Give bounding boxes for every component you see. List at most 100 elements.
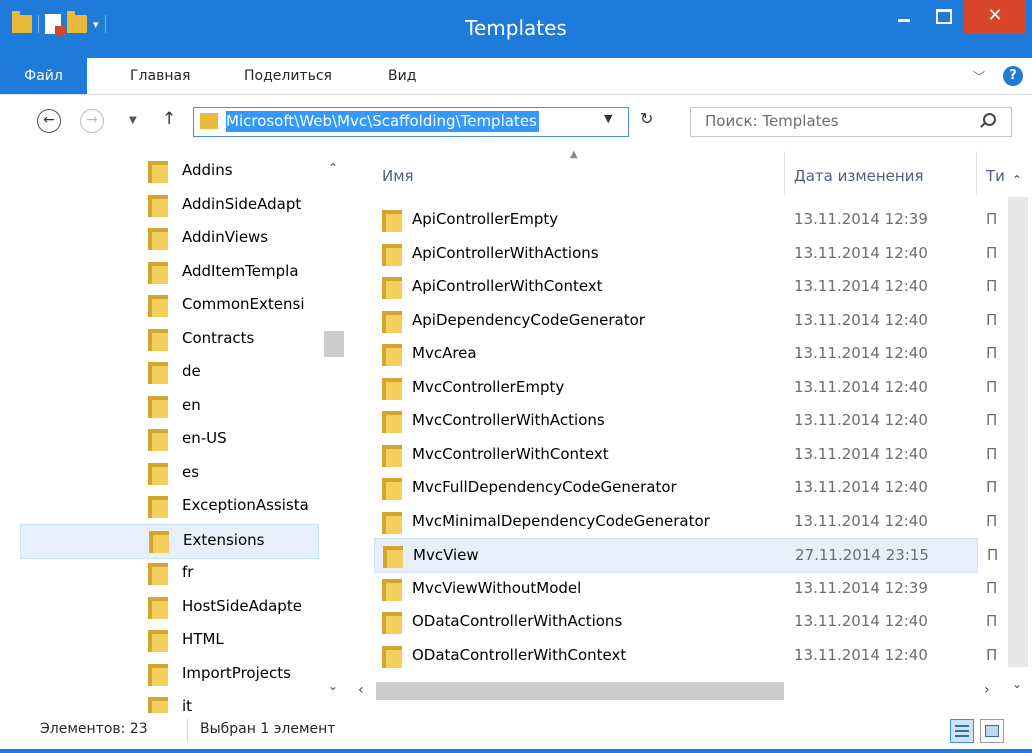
- column-header-type[interactable]: Ти: [986, 167, 1005, 185]
- up-button[interactable]: ↑: [162, 109, 176, 129]
- nav-tree-item-label: Extensions: [183, 530, 265, 549]
- nav-tree-item[interactable]: ExceptionAssista: [20, 490, 320, 523]
- scroll-down-icon[interactable]: ⌄: [1012, 677, 1022, 691]
- nav-tree-item[interactable]: AddItemTempla: [20, 256, 320, 289]
- tab-view[interactable]: Вид: [388, 58, 416, 94]
- nav-tree-item[interactable]: en: [20, 390, 320, 423]
- nav-tree-item[interactable]: HostSideAdapte: [20, 591, 320, 624]
- address-history-chevron-icon[interactable]: ▼: [604, 112, 612, 125]
- forward-button[interactable]: →: [80, 109, 104, 133]
- explorer-window: ▾ Templates ✕ Файл Главная Поделиться Ви…: [0, 0, 1032, 753]
- file-row[interactable]: ODataControllerWithActions 13.11.2014 12:…: [374, 605, 997, 638]
- file-date: 13.11.2014 12:40: [794, 444, 928, 463]
- scrollbar-thumb[interactable]: [1008, 197, 1028, 667]
- address-path-input[interactable]: Microsoft\Web\Mvc\Scaffolding\Templates: [226, 111, 539, 132]
- nav-tree-item-label: Addins: [182, 161, 233, 179]
- minimize-button[interactable]: [884, 0, 924, 34]
- close-icon: ✕: [987, 5, 1003, 26]
- search-icon[interactable]: [983, 113, 996, 126]
- folder-icon: [382, 444, 402, 467]
- nav-tree-item[interactable]: AddinViews: [20, 222, 320, 255]
- scroll-up-icon[interactable]: ⌃: [1012, 173, 1022, 187]
- file-row[interactable]: ApiControllerWithContext 13.11.2014 12:40…: [374, 270, 997, 303]
- nav-tree-item[interactable]: es: [20, 457, 320, 490]
- window-title: Templates: [465, 16, 567, 40]
- nav-tree-item[interactable]: ImportProjects: [20, 658, 320, 691]
- folder-icon: [148, 194, 168, 217]
- tab-share[interactable]: Поделиться: [244, 58, 332, 94]
- file-date: 13.11.2014 12:40: [794, 277, 928, 295]
- nav-tree-item[interactable]: fr: [20, 557, 320, 590]
- file-row[interactable]: MvcView 27.11.2014 23:15 П: [374, 538, 998, 573]
- folder-icon: [148, 362, 168, 384]
- help-icon[interactable]: ?: [1003, 66, 1023, 86]
- file-row[interactable]: ApiDependencyCodeGenerator 13.11.2014 12:…: [374, 304, 997, 337]
- folder-icon: [148, 563, 168, 585]
- recent-locations-chevron-icon[interactable]: ▼: [129, 115, 137, 126]
- navigation-pane-scrollbar[interactable]: ⌃ ⌄: [322, 151, 346, 696]
- file-name: ApiDependencyCodeGenerator: [412, 310, 645, 329]
- file-date: 13.11.2014 12:39: [794, 578, 928, 597]
- title-bar[interactable]: ▾ Templates ✕: [0, 0, 1032, 58]
- file-name: ODataControllerWithContext: [412, 645, 627, 664]
- column-header-date[interactable]: Дата изменения: [794, 167, 924, 185]
- tab-file[interactable]: Файл: [0, 58, 87, 94]
- large-icons-view-button[interactable]: [980, 719, 1004, 743]
- scrollbar-thumb[interactable]: [376, 682, 784, 700]
- file-name: MvcControllerWithContext: [412, 444, 609, 463]
- file-row[interactable]: MvcViewWithoutModel 13.11.2014 12:39 П: [374, 572, 997, 605]
- scroll-up-icon[interactable]: ⌃: [328, 161, 338, 175]
- file-type: П: [986, 444, 998, 463]
- search-box[interactable]: Поиск: Templates: [690, 107, 1012, 137]
- ribbon-tabs: Файл Главная Поделиться Вид ﹀ ?: [0, 58, 1032, 95]
- folder-icon: [382, 411, 402, 433]
- nav-tree-item-label: HostSideAdapte: [182, 596, 302, 615]
- address-bar[interactable]: Microsoft\Web\Mvc\Scaffolding\Templates …: [193, 107, 629, 137]
- nav-tree-item[interactable]: AddinSideAdapt: [20, 189, 320, 222]
- nav-tree-item[interactable]: Addins: [20, 155, 320, 188]
- tab-home[interactable]: Главная: [130, 58, 190, 94]
- nav-tree-item[interactable]: it: [20, 691, 320, 713]
- file-row[interactable]: ODataControllerWithContext 13.11.2014 12:…: [374, 639, 997, 672]
- scroll-down-icon[interactable]: ⌄: [328, 679, 338, 693]
- file-row[interactable]: MvcControllerWithActions 13.11.2014 12:40…: [374, 404, 997, 437]
- nav-tree-item[interactable]: CommonExtensi: [20, 289, 320, 322]
- expand-ribbon-chevron-icon[interactable]: ﹀: [973, 68, 985, 85]
- nav-tree-item[interactable]: HTML: [20, 624, 320, 657]
- details-view-button[interactable]: [950, 719, 974, 743]
- folder-icon: [382, 511, 402, 534]
- file-row[interactable]: MvcArea 13.11.2014 12:40 П: [374, 337, 997, 370]
- maximize-button[interactable]: [924, 0, 964, 34]
- file-row[interactable]: MvcControllerEmpty 13.11.2014 12:40 П: [374, 371, 997, 404]
- details-view-icon: [955, 735, 969, 737]
- nav-tree-item[interactable]: Extensions: [20, 523, 319, 559]
- nav-tree-item-label: ExceptionAssista: [182, 496, 309, 514]
- file-date: 13.11.2014 12:40: [794, 243, 928, 262]
- search-input[interactable]: Поиск: Templates: [705, 112, 839, 130]
- refresh-button[interactable]: ↻: [640, 109, 653, 128]
- scroll-left-icon[interactable]: ‹: [358, 682, 364, 698]
- file-list-vertical-scrollbar[interactable]: ⌃ ⌄: [1004, 173, 1030, 699]
- file-row[interactable]: MvcFullDependencyCodeGenerator 13.11.2014…: [374, 471, 997, 504]
- folder-icon: [382, 210, 402, 232]
- nav-tree-item[interactable]: de: [20, 356, 320, 389]
- column-divider[interactable]: [784, 151, 785, 195]
- folder-icon: [148, 596, 168, 619]
- scrollbar-thumb[interactable]: [324, 331, 344, 357]
- file-name: ApiControllerEmpty: [412, 210, 559, 228]
- file-row[interactable]: MvcMinimalDependencyCodeGenerator 13.11.2…: [374, 505, 997, 538]
- nav-tree-item[interactable]: en-US: [20, 423, 320, 456]
- file-name: MvcMinimalDependencyCodeGenerator: [412, 511, 710, 530]
- column-divider[interactable]: [976, 151, 977, 195]
- folder-icon: [148, 328, 168, 351]
- file-row[interactable]: ApiControllerEmpty 13.11.2014 12:39 П: [374, 203, 997, 236]
- back-button[interactable]: ←: [37, 109, 61, 133]
- scroll-right-icon[interactable]: ›: [984, 682, 990, 698]
- nav-tree-item[interactable]: Contracts: [20, 323, 320, 356]
- close-button[interactable]: ✕: [964, 0, 1026, 34]
- file-row[interactable]: MvcControllerWithContext 13.11.2014 12:40…: [374, 438, 997, 471]
- column-header-name[interactable]: Имя: [382, 167, 414, 185]
- file-row[interactable]: ApiControllerWithActions 13.11.2014 12:40…: [374, 237, 997, 270]
- file-date: 13.11.2014 12:40: [794, 645, 928, 664]
- file-list-horizontal-scrollbar[interactable]: ‹ ›: [352, 678, 1002, 704]
